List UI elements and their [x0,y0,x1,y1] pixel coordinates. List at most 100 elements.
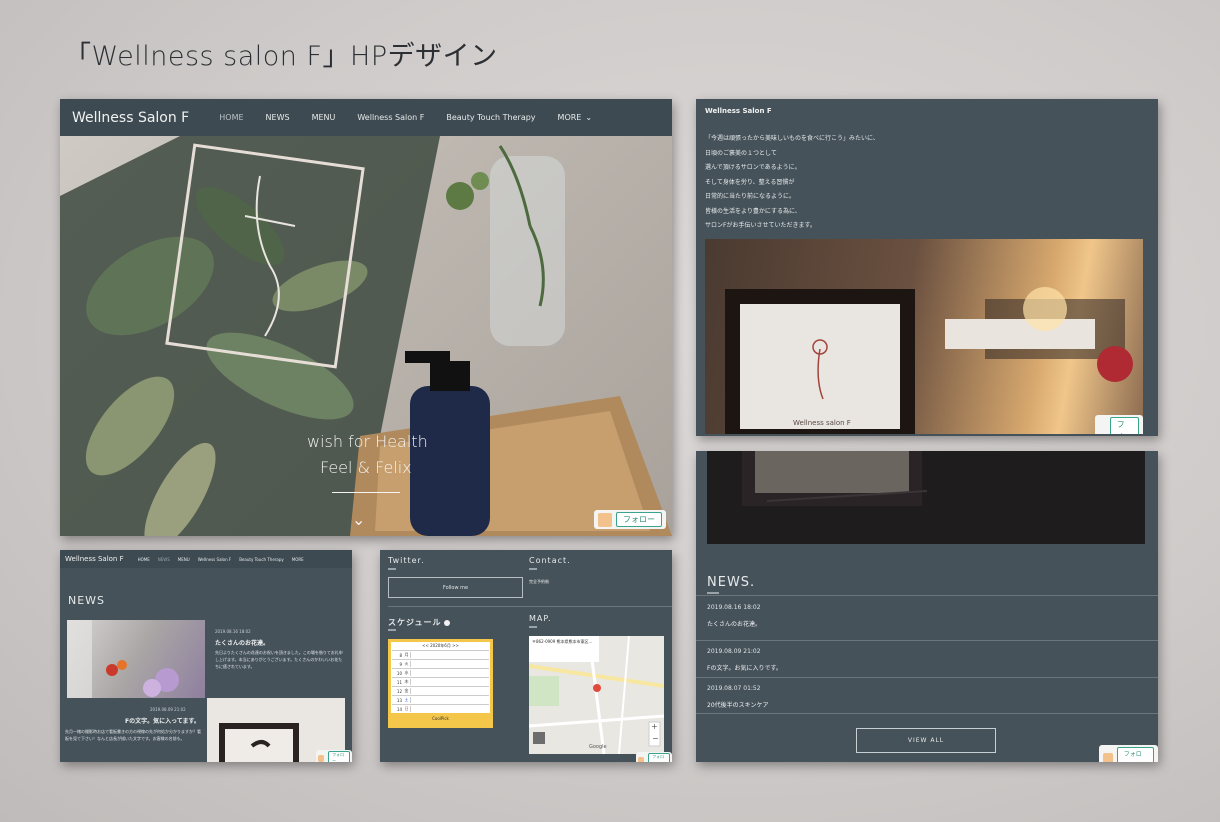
about-screen: Wellness Salon F 「今週は頑張ったから美味しいものを食べに行こう… [696,99,1158,436]
news-title[interactable]: 20代後半のスキンケア [707,700,768,709]
contact-screen: Twitter. Follow me Contact. 完全予約制 スケジュール… [380,550,672,762]
news-item[interactable]: 2019.08.07 01:52 20代後半のスキンケア [707,685,768,709]
scroll-down-icon[interactable]: ⌄ [352,510,365,529]
calendar-weekday: 土 [403,697,411,703]
schedule-heading: スケジュール [388,617,451,628]
hero-caption-2: Feel & Felix [320,458,412,477]
follow-button[interactable]: フォロー [648,753,670,762]
heading-underline [529,626,537,628]
calendar-day: 10 [396,670,402,676]
zoom-in-icon[interactable]: + [651,722,658,731]
calendar-day: 13 [396,697,402,703]
chevron-down-icon[interactable]: ⌄ [585,113,592,122]
heading-underline [529,568,537,570]
nav-item-menu[interactable]: MENU [312,113,336,122]
map-label: Google [589,744,607,750]
app-icon [1103,753,1113,762]
calendar-weekday: 水 [403,670,411,676]
contact-heading: Contact. [529,556,571,565]
app-icon [638,756,645,762]
nav-item-home[interactable]: HOME [138,557,150,562]
post1-photo [67,620,205,698]
post1-date: 2019.08.16 18:02 [215,629,251,634]
map-heading: MAP. [529,614,552,623]
news-title[interactable]: Fの文字。お気に入りです。 [707,663,782,672]
post2-body: 先月一緒の撮影時お店で看板書きの方の視線の先が何処か分かりますか？看板を見て下さ… [65,729,201,741]
app-icon [598,512,612,527]
calendar-day: 14 [396,706,402,712]
news-page-heading: NEWS [68,594,106,607]
salon-photo-art [725,287,1133,434]
nav-item-news[interactable]: NEWS [158,557,170,562]
calendar-day: 11 [396,679,402,685]
follow-widget[interactable]: フォロー [636,752,672,762]
news-screen: Wellness Salon F HOME NEWS MENU Wellness… [60,550,352,762]
nav-item-salon[interactable]: Wellness Salon F [357,113,424,122]
follow-widget[interactable]: フォロー [316,750,352,762]
follow-widget[interactable]: フォロー [1095,415,1143,434]
calendar-row: 12 金 [392,686,489,695]
calendar-day: 12 [396,688,402,694]
calendar: << 2020年6月 >> 8 月 9 火 10 水 11 木 12 金 13 土 14 日 CoolPi… [388,639,493,728]
nav-item-beauty[interactable]: Beauty Touch Therapy [239,557,284,562]
view-all-label: VIEW ALL [907,737,945,744]
about-line: サロンFがお手伝いさせていただきます。 [705,222,816,229]
view-all-button[interactable]: VIEW ALL [856,728,996,753]
salon-photo: Wellness salon F フォロー [705,239,1143,434]
news-nav: Wellness Salon F HOME NEWS MENU Wellness… [60,550,352,568]
about-line: 選んで頂けるサロンであるように。 [705,164,801,171]
about-text: 「今週は頑張ったから美味しいものを食べに行こう」みたいに、 日頃のご褒美の１つと… [705,132,879,234]
hero-brand[interactable]: Wellness Salon F [72,110,189,126]
about-brand[interactable]: Wellness Salon F [705,107,772,115]
contact-text: 完全予約制 [529,579,549,584]
calendar-row: 8月 [392,650,489,659]
calendar-day: 9 [399,661,402,667]
calendar-footer[interactable]: CoolPick [391,716,490,721]
news-date: 2019.08.07 01:52 [707,685,761,692]
post2-title[interactable]: Fの文字。気に入ってます。 [125,716,200,725]
about-line: 日常的に当たり前になるように。 [705,193,796,200]
nav-item-salon[interactable]: Wellness Salon F [198,557,232,562]
news-title[interactable]: たくさんのお花達。 [707,619,761,628]
nav-item-menu[interactable]: MENU [178,557,190,562]
news-item[interactable]: 2019.08.09 21:02 Fの文字。お気に入りです。 [707,648,782,672]
calendar-weekday: 日 [403,706,411,712]
follow-widget[interactable]: フォロー [594,510,666,529]
heading-underline [388,629,396,631]
calendar-title[interactable]: << 2020年6月 >> [392,643,489,650]
news-item[interactable]: 2019.08.16 18:02 たくさんのお花達。 [707,604,761,628]
follow-button[interactable]: フォロー [1109,417,1139,434]
follow-me-button[interactable]: Follow me [388,577,523,598]
divider [696,713,1158,714]
calendar-rows: 8 月 9 火 10 水 11 木 12 金 13 土 14 日 [392,650,489,713]
calendar-row: 10 水 [392,668,489,677]
map[interactable]: 〒862-0909 熊本県熊本市東区... Google + − [529,636,664,754]
post1-title[interactable]: たくさんのお花達。 [215,638,269,647]
follow-button[interactable]: フォロー [328,751,350,762]
follow-button[interactable]: フォロー [1116,747,1154,762]
news-brand[interactable]: Wellness Salon F [65,555,124,563]
divider [388,606,672,607]
nav-item-more[interactable]: MORE [558,113,582,122]
follow-me-label: Follow me [442,584,469,591]
calendar-body: << 2020年6月 >> 8 月 9 火 10 水 11 木 12 金 13 土 14 日 [391,642,490,713]
calendar-day: 8 [399,652,402,658]
zoom-out-icon[interactable]: − [652,734,659,743]
hero-caption-divider [332,492,400,493]
nav-item-more[interactable]: MORE [292,557,304,562]
divider [696,640,1158,641]
follow-widget[interactable]: フォロー [1099,745,1158,762]
schedule-heading-text: スケジュール [388,618,442,627]
hero-screen: Wellness Salon F HOME NEWS MENU Wellness… [60,99,672,536]
nav-item-home[interactable]: HOME [219,113,243,122]
nav-item-news[interactable]: NEWS [266,113,290,122]
follow-button[interactable]: フォロー [616,512,662,527]
hero-caption-1: wish for Health [307,432,428,451]
calendar-weekday: 月 [403,652,411,658]
flowers-art [67,620,179,698]
nav-item-beauty[interactable]: Beauty Touch Therapy [446,113,535,122]
calendar-weekday: 火 [403,661,411,667]
about-line: そして身体を労り、整える習慣が [705,178,795,186]
sign-text: Wellness salon F [793,419,851,427]
divider [696,677,1158,678]
